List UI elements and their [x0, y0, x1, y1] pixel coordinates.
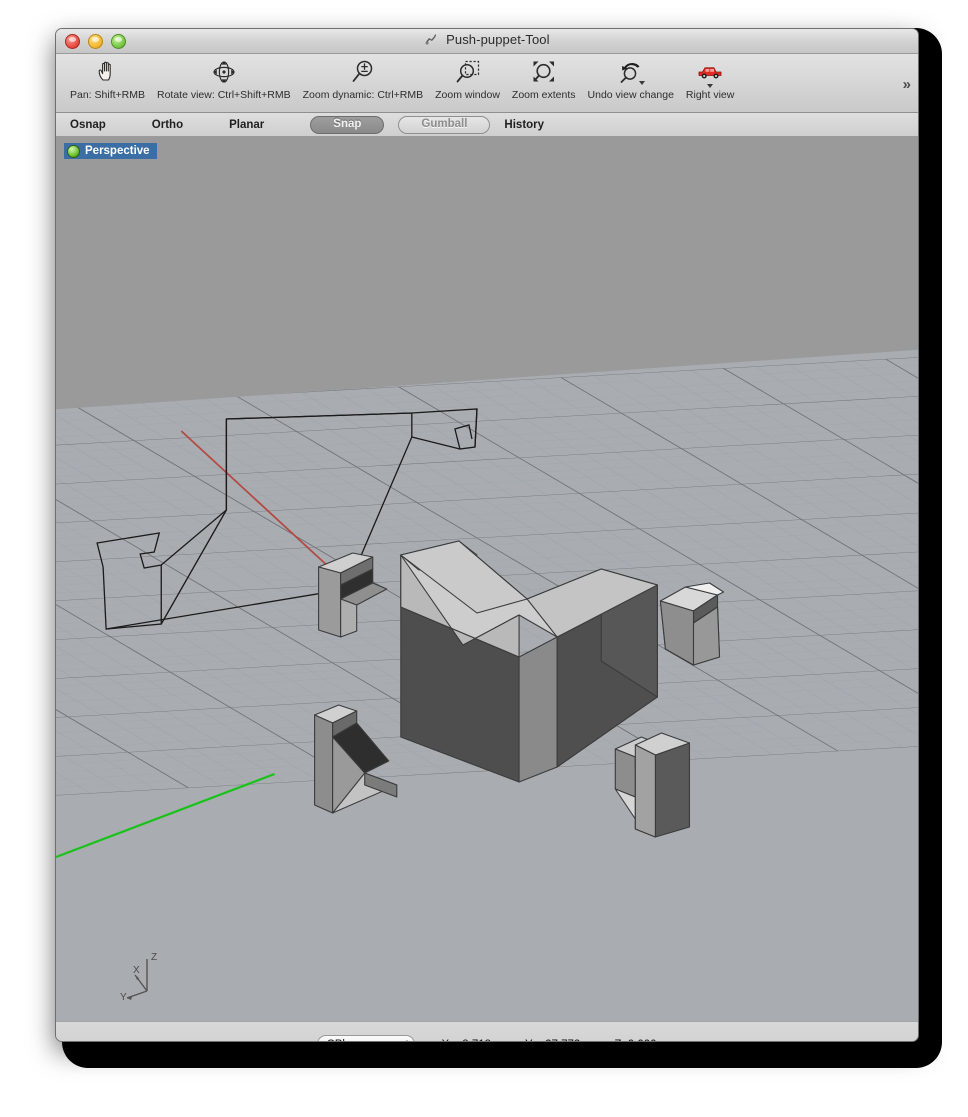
mode-bar: Osnap Ortho Planar Snap Gumball History: [56, 113, 918, 137]
toolbar-button-zoom-dynamic[interactable]: Zoom dynamic: Ctrl+RMB: [297, 54, 429, 101]
orbit-rotate-icon: [209, 56, 239, 88]
toolbar-button-zoom-extents[interactable]: Zoom extents: [506, 54, 582, 101]
toolbar-label-zoom-window: Zoom window: [435, 89, 500, 101]
mode-snap-toggle[interactable]: Snap: [310, 116, 384, 134]
toolbar-button-undo-view-change[interactable]: Undo view change: [582, 54, 680, 101]
window-title: Push-puppet-Tool: [446, 32, 550, 47]
toolbar-button-zoom-window[interactable]: Zoom window: [429, 54, 506, 101]
chevron-down-icon[interactable]: [707, 84, 713, 88]
toolbar-overflow-icon[interactable]: »: [903, 76, 908, 93]
mode-gumball-toggle[interactable]: Gumball: [398, 116, 490, 134]
viewport-scene: [56, 137, 918, 1021]
toolbar-label-undo-view-change: Undo view change: [588, 89, 674, 101]
coordinate-x: X: −8.718: [441, 1039, 491, 1043]
axis-label-x: X: [133, 965, 140, 976]
axis-label-y: Y: [120, 992, 127, 1003]
axis-indicator: Z X Y: [118, 947, 176, 1005]
toolbar-button-rotate-view[interactable]: Rotate view: Ctrl+Shift+RMB: [151, 54, 297, 101]
coordinate-z: Z: 0.000: [614, 1039, 656, 1043]
mode-ortho[interactable]: Ortho: [152, 119, 183, 131]
axis-label-z: Z: [151, 952, 157, 963]
stepper-icon[interactable]: [404, 1040, 410, 1043]
cplane-select-value: CPlane: [326, 1039, 364, 1043]
cross-face-right-front: [519, 637, 557, 782]
perspective-viewport[interactable]: Perspective: [56, 137, 918, 1021]
toolbar-label-zoom-extents: Zoom extents: [512, 89, 576, 101]
status-bar: CPlane X: −8.718 Y: −27.772 Z: 0.000: [56, 1021, 918, 1042]
application-window: Push-puppet-Tool Pan: Shift+RMB: [55, 28, 919, 1042]
chevron-down-icon[interactable]: [639, 81, 645, 85]
toolbar-label-rotate-view: Rotate view: Ctrl+Shift+RMB: [157, 89, 291, 101]
title-bar[interactable]: Push-puppet-Tool: [56, 29, 918, 54]
zoom-extents-icon: [529, 56, 559, 88]
mode-planar[interactable]: Planar: [229, 119, 264, 131]
mode-history[interactable]: History: [504, 119, 544, 131]
cplane-select[interactable]: CPlane: [317, 1035, 415, 1043]
hand-pan-icon: [93, 56, 123, 88]
zoom-window-icon: [453, 56, 483, 88]
toolbar-label-zoom-dynamic: Zoom dynamic: Ctrl+RMB: [303, 89, 423, 101]
rhino-app-icon: [424, 33, 437, 49]
viewport-label[interactable]: Perspective: [64, 143, 157, 159]
toolbar-items: Pan: Shift+RMB Rot: [56, 54, 918, 112]
toolbar-button-pan[interactable]: Pan: Shift+RMB: [64, 54, 151, 101]
view-toolbar: Pan: Shift+RMB Rot: [56, 54, 918, 113]
screen-root: Push-puppet-Tool Pan: Shift+RMB: [0, 0, 968, 1117]
green-sphere-icon: [67, 145, 80, 158]
toolbar-button-right-view[interactable]: Right view: [680, 54, 740, 101]
toolbar-label-right-view: Right view: [686, 89, 734, 101]
viewport-label-text: Perspective: [85, 145, 150, 157]
magnifier-plusminus-icon: [348, 56, 378, 88]
mode-osnap[interactable]: Osnap: [70, 119, 106, 131]
toolbar-label-pan: Pan: Shift+RMB: [70, 89, 145, 101]
coordinate-y: Y: −27.772: [525, 1039, 580, 1043]
window-title-area: Push-puppet-Tool: [56, 32, 918, 49]
